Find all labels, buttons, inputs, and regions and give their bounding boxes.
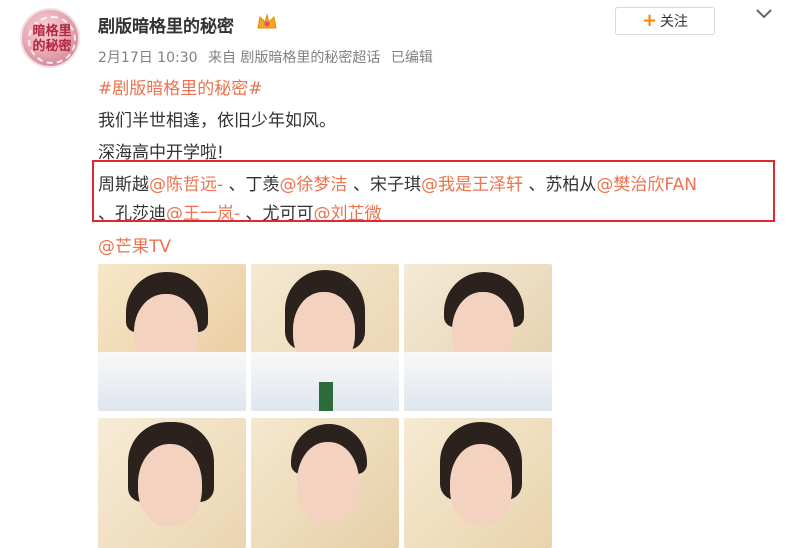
post-source[interactable]: 来自 剧版暗格里的秘密超话 <box>208 50 380 66</box>
post-meta: 2月17日 10:30 来自 剧版暗格里的秘密超话 已编辑 <box>98 47 439 67</box>
follow-button[interactable]: + 关注 <box>615 7 715 35</box>
mention-mango-tv[interactable]: @芒果TV <box>98 232 171 257</box>
chevron-down-icon[interactable] <box>754 6 774 20</box>
photo-4[interactable] <box>98 418 246 548</box>
hashtag-link[interactable]: #剧版暗格里的秘密# <box>98 74 263 99</box>
plus-icon: + <box>641 10 658 31</box>
highlight-box <box>92 160 775 222</box>
photo-6[interactable] <box>404 418 552 548</box>
follow-label: 关注 <box>660 14 689 30</box>
photo-2[interactable] <box>251 264 399 411</box>
crown-icon <box>257 13 277 29</box>
photo-3[interactable] <box>404 264 552 411</box>
avatar[interactable]: 暗格里的秘密 <box>20 8 80 68</box>
avatar-text: 暗格里的秘密 <box>32 24 72 54</box>
post-date[interactable]: 2月17日 10:30 <box>98 50 198 66</box>
edited-label[interactable]: 已编辑 <box>391 50 433 66</box>
author-name[interactable]: 剧版暗格里的秘密 <box>98 12 234 37</box>
photo-5[interactable] <box>251 418 399 548</box>
post-text-line1: 我们半世相逢，依旧少年如风。 <box>98 111 336 131</box>
photo-1[interactable] <box>98 264 246 411</box>
